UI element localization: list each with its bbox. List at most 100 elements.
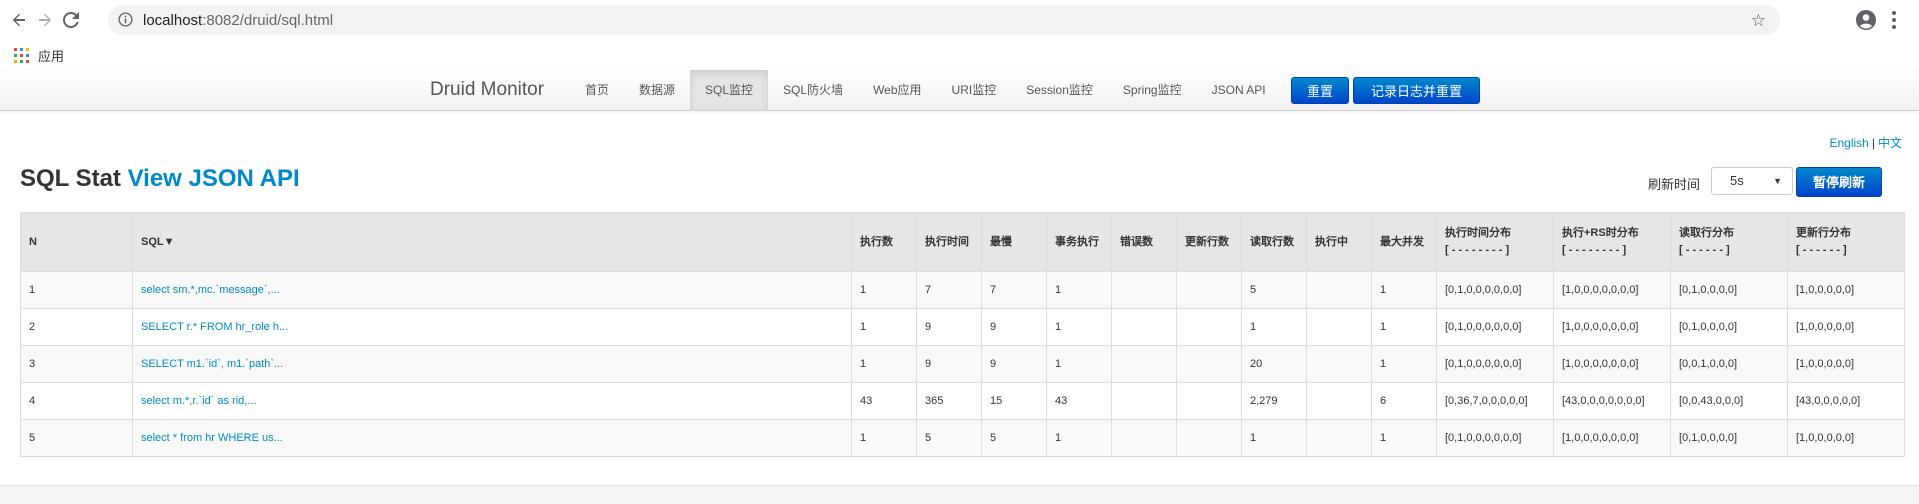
table-cell <box>1176 308 1242 346</box>
table-cell: 9 <box>981 308 1047 346</box>
profile-icon[interactable] <box>1856 10 1876 30</box>
column-header-label: 读取行数 <box>1250 235 1294 248</box>
column-header-label: 执行时间分布 <box>1445 227 1511 239</box>
table-cell: [0,1,0,0,0,0] <box>1670 419 1788 457</box>
table-cell: [1,0,0,0,0,0,0,0] <box>1553 308 1671 346</box>
nav-json-api[interactable]: JSON API <box>1197 70 1281 110</box>
view-json-api-link[interactable]: View JSON API <box>128 165 300 192</box>
refresh-label: 刷新时间 <box>1648 177 1701 192</box>
table-row: 1 select sm.*,mc.`message`,... 1 7 7 1 5 1 [0,1,… <box>20 271 1905 309</box>
table-cell <box>1111 308 1177 346</box>
forward-icon[interactable] <box>34 9 56 31</box>
title-text: SQL Stat <box>20 165 121 192</box>
nav-session[interactable]: Session监控 <box>1011 70 1108 110</box>
back-icon[interactable] <box>8 9 30 31</box>
sql-link[interactable]: select m.*,r.`id` as rid,... <box>132 382 852 420</box>
table-cell: [0,1,0,0,0,0,0,0] <box>1436 419 1554 457</box>
table-cell: 1 <box>1046 419 1112 457</box>
refresh-interval-select[interactable]: 5s ▼ <box>1711 167 1793 195</box>
column-header-sublabel: [ - - - - - - - - ] <box>1445 244 1510 256</box>
nav-home[interactable]: 首页 <box>570 70 624 110</box>
table-cell: 5 <box>981 419 1047 457</box>
table-cell: [0,1,0,0,0,0,0,0] <box>1436 308 1554 346</box>
table-cell <box>1306 419 1372 457</box>
table-cell <box>1306 271 1372 309</box>
table-cell: [1,0,0,0,0,0,0,0] <box>1553 345 1671 383</box>
table-cell <box>1176 345 1242 383</box>
nav-webapp[interactable]: Web应用 <box>858 70 936 110</box>
column-header-label: 最大并发 <box>1380 235 1424 248</box>
sql-link[interactable]: SELECT m1.`id`, m1.`path`... <box>132 345 852 383</box>
lang-english[interactable]: English <box>1830 136 1869 150</box>
table-cell: 1 <box>851 419 917 457</box>
reset-button[interactable]: 重置 <box>1291 77 1349 104</box>
table-cell: [0,1,0,0,0,0] <box>1670 308 1788 346</box>
nav-uri[interactable]: URI监控 <box>937 70 1012 110</box>
table-cell: [0,1,0,0,0,0,0,0] <box>1436 345 1554 383</box>
table-cell: [0,1,0,0,0,0] <box>1670 271 1788 309</box>
table-cell: [1,0,0,0,0,0] <box>1787 419 1905 457</box>
nav-spring[interactable]: Spring监控 <box>1108 70 1197 110</box>
column-header: 执行+RS时分布 [ - - - - - - - - ] <box>1553 212 1671 272</box>
lang-chinese[interactable]: 中文 <box>1878 136 1902 150</box>
column-header-label: 更新行分布 <box>1796 227 1851 239</box>
table-cell: 7 <box>916 271 982 309</box>
bookmark-apps[interactable]: 应用 <box>38 46 64 65</box>
pause-refresh-button[interactable]: 暂停刷新 <box>1796 167 1882 197</box>
table-cell <box>1306 382 1372 420</box>
column-header: N <box>20 212 133 272</box>
menu-kebab-icon[interactable] <box>1891 9 1897 31</box>
address-row: localhost:8082/druid/sql.html ☆ <box>0 0 1919 40</box>
column-header: 读取行分布 [ - - - - - - ] <box>1670 212 1788 272</box>
sql-link[interactable]: SELECT r.* FROM hr_role h... <box>132 308 852 346</box>
browser-chrome: localhost:8082/druid/sql.html ☆ 应用 <box>0 0 1919 71</box>
table-cell: 9 <box>916 345 982 383</box>
table-cell <box>1111 419 1177 457</box>
table-cell: 20 <box>1241 345 1307 383</box>
bookmark-star-icon[interactable]: ☆ <box>1751 11 1766 31</box>
column-header-label: 执行数 <box>860 235 893 248</box>
column-header: 更新行数 <box>1176 212 1242 272</box>
table-body: 1 select sm.*,mc.`message`,... 1 7 7 1 5 1 [0,1,… <box>20 271 1905 457</box>
reload-icon[interactable] <box>60 9 82 31</box>
column-header: 执行数 <box>851 212 917 272</box>
column-header: 执行时间 <box>916 212 982 272</box>
nav-datasource[interactable]: 数据源 <box>624 70 690 110</box>
table-cell: 1 <box>1371 271 1437 309</box>
druid-navbar: Druid Monitor 首页 数据源 SQL监控 SQL防火墙 Web应用 … <box>0 70 1919 111</box>
table-cell: 1 <box>851 271 917 309</box>
table-cell: 1 <box>1371 308 1437 346</box>
bookmarks-bar: 应用 <box>0 40 1919 71</box>
table-cell <box>1176 271 1242 309</box>
table-cell <box>1111 271 1177 309</box>
sql-link[interactable]: select * from hr WHERE us... <box>132 419 852 457</box>
info-icon[interactable] <box>118 12 133 27</box>
url-text[interactable]: localhost:8082/druid/sql.html <box>143 12 333 29</box>
table-cell: 365 <box>916 382 982 420</box>
refresh-value: 5s <box>1730 173 1744 188</box>
apps-grid-icon[interactable] <box>14 48 29 63</box>
table-cell: 1 <box>1371 345 1437 383</box>
log-and-reset-button[interactable]: 记录日志并重置 <box>1353 77 1480 104</box>
table-cell: 1 <box>1371 419 1437 457</box>
table-cell <box>1176 419 1242 457</box>
column-header-sublabel: [ - - - - - - ] <box>1796 244 1847 256</box>
column-header: 更新行分布 [ - - - - - - ] <box>1787 212 1905 272</box>
column-header-label: 执行时间 <box>925 235 969 248</box>
sql-link[interactable]: select sm.*,mc.`message`,... <box>132 271 852 309</box>
column-header[interactable]: SQL▼ <box>132 212 852 272</box>
column-header-label: 最慢 <box>990 235 1012 248</box>
address-bar[interactable]: localhost:8082/druid/sql.html ☆ <box>108 5 1780 35</box>
table-cell: [43,0,0,0,0,0] <box>1787 382 1905 420</box>
table-cell: 4 <box>20 382 133 420</box>
table-header-row: N SQL▼ 执行数 执行时间 最慢 事务执行 错误数 更新行数 读取行数 执行中 最大并发 执行时间… <box>20 212 1905 272</box>
table-cell: [0,1,0,0,0,0,0,0] <box>1436 271 1554 309</box>
table-cell: 5 <box>20 419 133 457</box>
table-cell: [1,0,0,0,0,0,0,0] <box>1553 419 1671 457</box>
column-header: 执行中 <box>1306 212 1372 272</box>
nav-sql[interactable]: SQL监控 <box>690 70 769 110</box>
nav-wall[interactable]: SQL防火墙 <box>768 70 858 110</box>
column-header: 事务执行 <box>1046 212 1112 272</box>
table-cell: [0,36,7,0,0,0,0,0] <box>1436 382 1554 420</box>
brand-title[interactable]: Druid Monitor <box>430 79 544 101</box>
